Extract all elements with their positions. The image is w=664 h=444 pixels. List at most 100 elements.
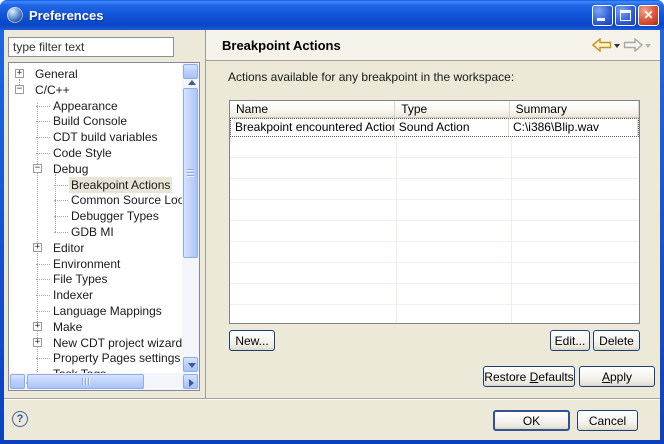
tree-connector (36, 137, 50, 138)
close-button[interactable]: ✕ (638, 5, 659, 26)
title-bar: Preferences ✕ (0, 0, 664, 30)
empty-table-row (230, 305, 639, 323)
expand-icon[interactable]: + (33, 322, 42, 331)
button-label: Restore (484, 370, 529, 384)
scroll-right-button[interactable] (183, 374, 198, 389)
tree-horizontal-scrollbar[interactable] (9, 373, 199, 390)
help-button[interactable]: ? (12, 409, 32, 429)
tree-item-property-pages-settings[interactable]: Property Pages settings (9, 350, 182, 366)
minimize-icon (597, 18, 605, 21)
tree-item-cdt-build-variables[interactable]: CDT build variables (9, 129, 182, 145)
tree-item-label: Debug (51, 161, 90, 177)
page-description: Actions available for any breakpoint in … (228, 70, 514, 84)
tree-item-label: Property Pages settings (51, 350, 182, 366)
new-button[interactable]: New... (229, 330, 275, 351)
empty-table-row (230, 137, 639, 158)
edit-button[interactable]: Edit... (550, 330, 590, 351)
scroll-up-button[interactable] (183, 64, 198, 79)
horizontal-scrollbar-thumb[interactable] (27, 374, 144, 389)
tree-connector (36, 264, 50, 265)
empty-table-row (230, 221, 639, 242)
maximize-icon (620, 10, 631, 21)
tree-item-debug[interactable]: −Debug (9, 161, 182, 177)
tree-item-environment[interactable]: Environment (9, 256, 182, 272)
tree-item-code-style[interactable]: Code Style (9, 145, 182, 161)
tree-item-breakpoint-actions[interactable]: Breakpoint Actions (9, 177, 182, 193)
back-dropdown-icon[interactable] (614, 44, 620, 48)
tree-connector (36, 358, 50, 359)
empty-table-row (230, 263, 639, 284)
column-divider (396, 137, 397, 323)
tree-item-appearance[interactable]: Appearance (9, 98, 182, 114)
empty-table-row (230, 179, 639, 200)
tree-item-common-source-lookup[interactable]: Common Source Lookup (9, 192, 182, 208)
expand-icon[interactable]: + (15, 69, 24, 78)
tree-item-label: Make (51, 319, 84, 335)
apply-button[interactable]: Apply (579, 366, 655, 387)
restore-defaults-button[interactable]: Restore Defaults (483, 366, 575, 387)
collapse-icon[interactable]: − (33, 164, 42, 173)
chevron-up-icon (188, 70, 196, 85)
tree-item-label: Indexer (51, 287, 95, 303)
expand-icon[interactable]: + (33, 338, 42, 347)
tree-item-label: Task Tags (51, 366, 108, 373)
tree-item-gdb-mi[interactable]: GDB MI (9, 224, 182, 240)
table-row-selected[interactable]: Breakpoint encountered ActionSound Actio… (230, 118, 639, 137)
tree-item-general[interactable]: + General (9, 66, 182, 82)
tree-item-label: GDB MI (69, 224, 116, 240)
forward-dropdown-icon[interactable] (645, 44, 651, 48)
tree-item-label: Debugger Types (69, 208, 161, 224)
tree-item-file-types[interactable]: File Types (9, 271, 182, 287)
tree-item-make[interactable]: + Make (9, 319, 182, 335)
expand-icon[interactable]: + (33, 243, 42, 252)
chevron-right-icon (189, 379, 204, 387)
forward-arrow-icon[interactable] (623, 38, 643, 52)
tree-connector (36, 311, 50, 312)
tree-item-label: General (33, 66, 80, 82)
window-title: Preferences (29, 8, 590, 23)
tree-item-new-cdt-project-wizard[interactable]: +New CDT project wizard (9, 335, 182, 351)
table-header: NameTypeSummary (230, 101, 639, 118)
history-navigation (592, 38, 654, 52)
column-header-name[interactable]: Name (230, 101, 395, 117)
tree-vertical-scrollbar[interactable] (182, 63, 199, 373)
tree-item-indexer[interactable]: Indexer (9, 287, 182, 303)
ok-button[interactable]: OK (493, 410, 570, 431)
back-arrow-icon[interactable] (592, 38, 612, 52)
delete-button[interactable]: Delete (593, 330, 640, 351)
tree-connector (36, 279, 50, 280)
empty-table-row (230, 242, 639, 263)
column-header-summary[interactable]: Summary (510, 101, 639, 117)
panel-separator (205, 30, 206, 398)
tree-item-label: C/C++ (33, 82, 72, 98)
minimize-button[interactable] (592, 5, 613, 26)
tree-connector (36, 106, 50, 107)
tree-item-label: Language Mappings (51, 303, 164, 319)
tree-connector (54, 232, 68, 233)
scroll-left-button[interactable] (10, 374, 25, 389)
maximize-button[interactable] (615, 5, 636, 26)
column-header-type[interactable]: Type (395, 101, 509, 117)
column-divider (511, 137, 512, 323)
tree-item-label: Editor (51, 240, 86, 256)
preferences-dialog: Preferences ✕ +General−C/C++AppearanceBu… (0, 0, 664, 444)
eclipse-icon (7, 7, 23, 23)
scroll-down-button[interactable] (183, 357, 198, 372)
tree-item-task-tags[interactable]: Task Tags (9, 366, 182, 373)
tree-item-build-console[interactable]: Build Console (9, 113, 182, 129)
tree-item-c-c[interactable]: −C/C++ (9, 82, 182, 98)
tree-connector (36, 153, 50, 154)
filter-input[interactable] (8, 37, 174, 57)
button-label: pply (610, 370, 632, 384)
collapse-icon[interactable]: − (15, 85, 24, 94)
tree-item-debugger-types[interactable]: Debugger Types (9, 208, 182, 224)
tree-item-label: Environment (51, 256, 122, 272)
cancel-button[interactable]: Cancel (577, 410, 638, 431)
tree-connector (36, 295, 50, 296)
tree-item-editor[interactable]: + Editor (9, 240, 182, 256)
tree-item-language-mappings[interactable]: Language Mappings (9, 303, 182, 319)
tree-item-label: Common Source Lookup (69, 192, 182, 208)
tree-item-label: Code Style (51, 145, 114, 161)
table-empty-area[interactable] (230, 137, 639, 323)
vertical-scrollbar-thumb[interactable] (183, 88, 198, 258)
